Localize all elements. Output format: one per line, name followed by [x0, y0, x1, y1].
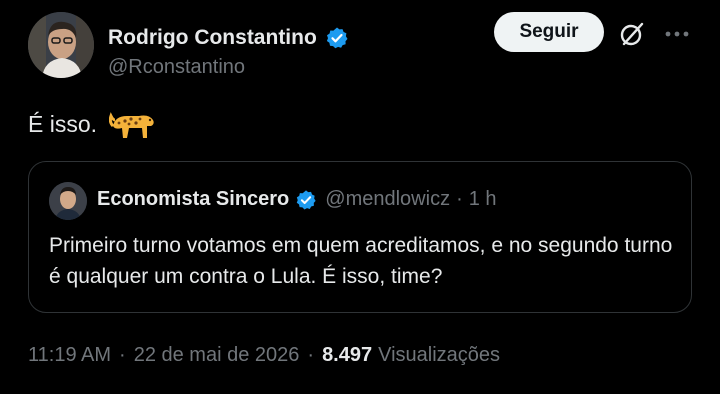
- follow-button[interactable]: Seguir: [494, 12, 604, 52]
- quoted-header: Economista Sincero @mendlowicz · 1 h: [97, 188, 497, 211]
- tweet-body: É isso.: [28, 104, 157, 144]
- leopard-emoji-icon: [108, 104, 157, 144]
- tweet-text: É isso.: [28, 110, 98, 137]
- views-count[interactable]: 8.497: [322, 344, 372, 367]
- quoted-separator: ·: [456, 188, 463, 210]
- tweet-date[interactable]: 22 de mai de 2026: [134, 344, 300, 367]
- verified-badge-icon: [325, 26, 349, 50]
- tweet-time[interactable]: 11:19 AM: [28, 344, 111, 367]
- quoted-tweet-text: Primeiro turno votamos em quem acreditam…: [49, 234, 673, 288]
- grok-icon[interactable]: [618, 20, 646, 48]
- meta-separator: ·: [307, 344, 315, 366]
- quoted-author-name[interactable]: Economista Sincero: [97, 188, 289, 211]
- more-options-icon[interactable]: [664, 24, 690, 44]
- avatar[interactable]: [28, 12, 94, 78]
- meta-separator: ·: [119, 344, 126, 366]
- author-name[interactable]: Rodrigo Constantino: [108, 26, 317, 50]
- tweet-meta: 11:19 AM · 22 de mai de 2026 · 8.497 Vis…: [28, 344, 500, 367]
- quoted-author-handle[interactable]: @mendlowicz: [325, 188, 450, 211]
- tweet-header: Rodrigo Constantino @Rconstantino Seguir: [28, 12, 698, 82]
- quoted-timestamp[interactable]: 1 h: [469, 188, 497, 211]
- views-label: Visualizações: [378, 344, 501, 366]
- author-name-row: Rodrigo Constantino: [108, 26, 349, 50]
- quoted-avatar[interactable]: [49, 182, 87, 220]
- quoted-tweet-card[interactable]: Economista Sincero @mendlowicz · 1 h Pri…: [28, 161, 692, 313]
- author-handle[interactable]: @Rconstantino: [108, 56, 245, 79]
- quoted-verified-badge-icon: [295, 189, 317, 211]
